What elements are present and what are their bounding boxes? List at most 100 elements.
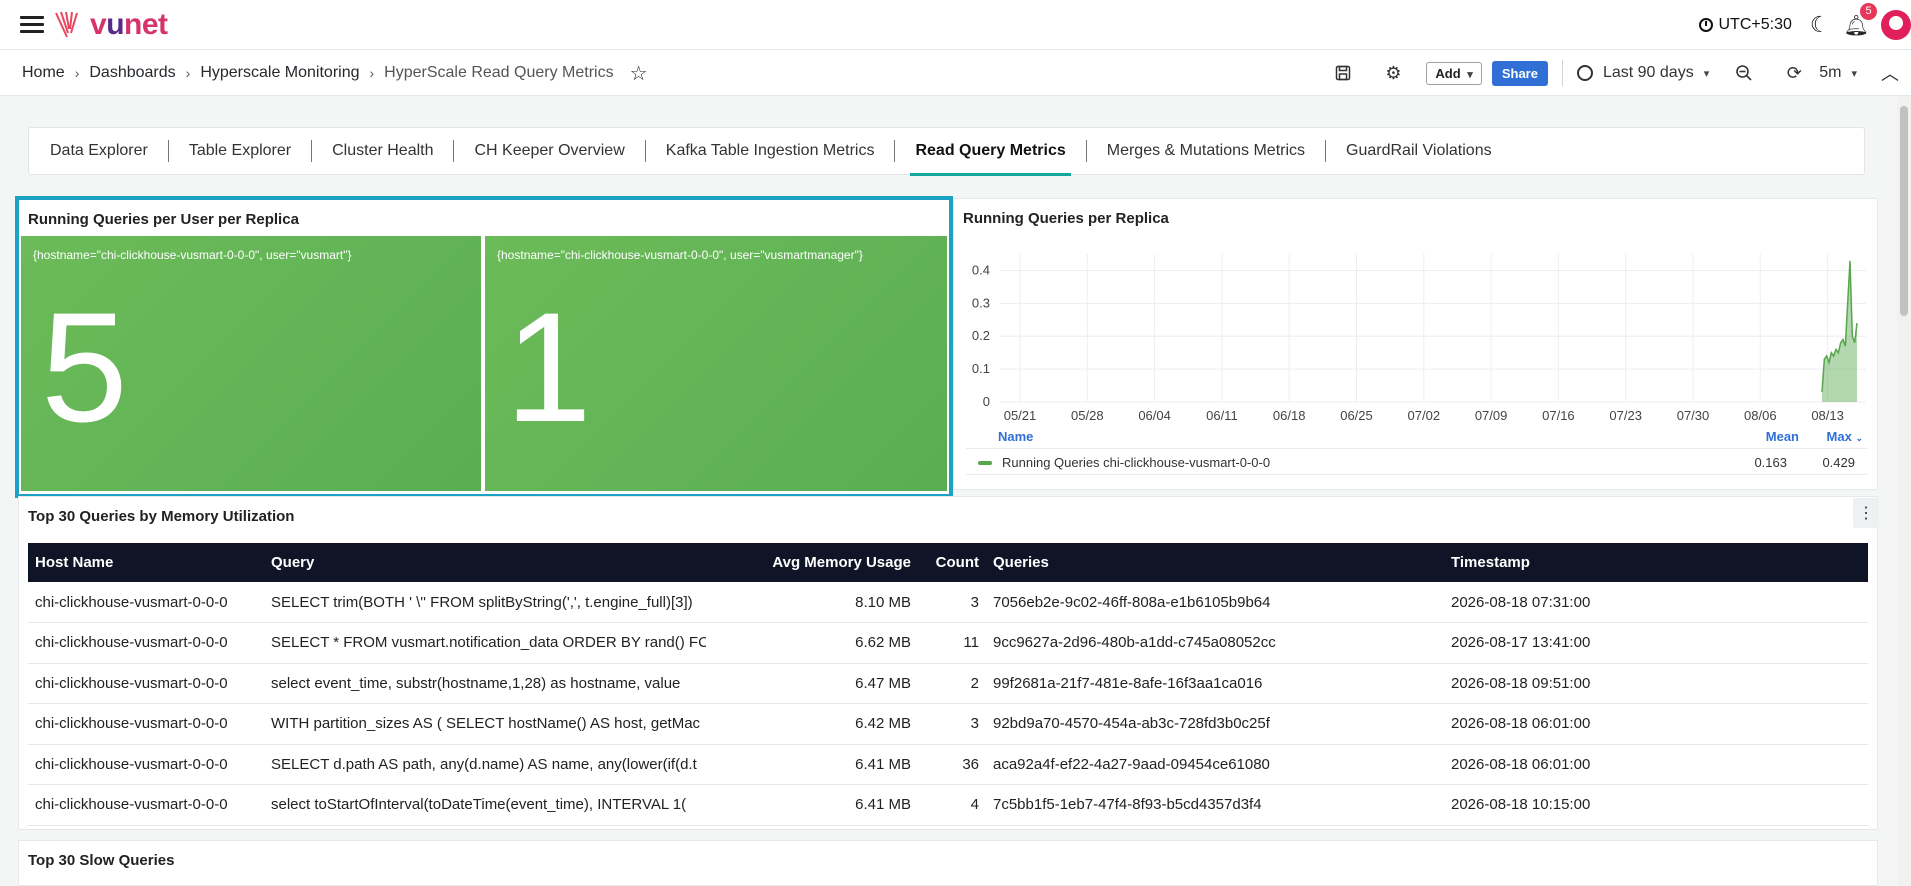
tab-read-query-metrics[interactable]: Read Query Metrics [910,127,1072,176]
cell-host-name: chi-clickhouse-vusmart-0-0-0 [28,622,264,664]
stat-label: {hostname="chi-clickhouse-vusmart-0-0-0"… [497,248,863,262]
tab-cluster-health[interactable]: Cluster Health [332,127,433,175]
cell-query: SELECT * FROM vusmart.notification_data … [264,622,706,664]
stat-tile[interactable]: {hostname="chi-clickhouse-vusmart-0-0-0"… [485,236,947,491]
legend-max-value: 0.429 [1822,455,1855,470]
divider [1561,60,1563,86]
legend-row[interactable]: Running Queries chi-clickhouse-vusmart-0… [966,451,1867,475]
cell-host-name: chi-clickhouse-vusmart-0-0-0 [28,582,264,623]
table-row[interactable]: chi-clickhouse-vusmart-0-0-0 WITH partiti… [28,703,1868,745]
stat-tile[interactable]: {hostname="chi-clickhouse-vusmart-0-0-0"… [21,236,481,491]
timezone-indicator[interactable]: UTC+5:30 [1698,16,1792,34]
x-tick-label: 08/13 [1811,408,1844,423]
x-tick-label: 07/23 [1609,408,1642,423]
clock-icon [1576,65,1593,81]
notifications-bell-icon[interactable]: 🔔︎ 5 [1844,2,1877,38]
x-tick-label: 07/02 [1408,408,1441,423]
breadcrumb-current: HyperScale Read Query Metrics [384,64,614,81]
cell-avg-memory: 8.10 MB [706,582,918,623]
panel-title: Top 30 Slow Queries [28,852,175,869]
legend-header: Name Mean Max ⌄ [966,427,1867,449]
tab-table-explorer[interactable]: Table Explorer [189,127,291,175]
table-row[interactable]: chi-clickhouse-vusmart-0-0-0 select toSta… [28,784,1868,826]
column-header-query[interactable]: Query [264,543,706,582]
cell-timestamp: 2026-08-17 13:41:00 [1444,622,1868,664]
time-range-picker[interactable]: Last 90 days ▾ [1576,64,1710,82]
legend-mean-value: 0.163 [1754,455,1787,470]
y-tick-label: 0 [983,394,990,409]
breadcrumb-dashboards[interactable]: Dashboards [89,64,175,82]
column-header-avg-memory[interactable]: Avg Memory Usage [706,543,918,582]
legend-series-name: Running Queries chi-clickhouse-vusmart-0… [1002,455,1271,470]
zoom-out-icon[interactable] [1733,62,1755,84]
menu-icon[interactable] [20,16,44,34]
tab-guardrail-violations[interactable]: GuardRail Violations [1346,127,1492,175]
y-tick-label: 0.4 [972,262,990,277]
tab-kafka-table-ingestion[interactable]: Kafka Table Ingestion Metrics [666,127,875,175]
breadcrumb: Home › Dashboards › Hyperscale Monitorin… [22,50,648,96]
cell-timestamp: 2026-08-18 07:31:00 [1444,582,1868,623]
time-range-label: Last 90 days [1602,64,1694,81]
table-row[interactable]: chi-clickhouse-vusmart-0-0-0 SELECT * FRO… [28,622,1868,664]
y-tick-label: 0.2 [972,328,990,343]
cell-query-id: 7c5bb1f5-1eb7-47f4-8f93-b5cd4357d3f4 [986,784,1444,826]
star-icon[interactable]: ☆ [630,61,648,86]
top-bar: vunet UTC+5:30 ☾ 🔔︎ 5 [0,0,1911,50]
stat-value: 5 [41,281,128,455]
tab-divider [311,140,313,162]
cell-count: 2 [918,663,986,704]
column-header-timestamp[interactable]: Timestamp [1444,543,1868,582]
cell-query: SELECT trim(BOTH ' \'' FROM splitByStrin… [264,582,706,623]
tab-divider [894,140,896,162]
breadcrumb-hyperscale-monitoring[interactable]: Hyperscale Monitoring [200,64,359,82]
table-row[interactable]: chi-clickhouse-vusmart-0-0-0 SELECT trim(… [28,582,1868,623]
dashboard-tabs: Data Explorer Table Explorer Cluster Hea… [28,127,1865,176]
column-header-host-name[interactable]: Host Name [28,543,264,582]
cell-host-name: chi-clickhouse-vusmart-0-0-0 [28,663,264,704]
time-series-chart[interactable]: 0 0.1 0.2 0.3 0.4 05/21 05/28 06/04 06/11 06/18 06… [954,199,1879,427]
settings-gear-icon[interactable]: ⚙ [1382,62,1404,84]
legend-max-header[interactable]: Max ⌄ [1827,429,1863,444]
table-row[interactable]: chi-clickhouse-vusmart-0-0-0 select event… [28,663,1868,704]
column-header-queries[interactable]: Queries [986,543,1444,582]
breadcrumb-bar: Home › Dashboards › Hyperscale Monitorin… [0,50,1911,96]
running-queries-user-panel[interactable]: Running Queries per User per Replica {ho… [15,196,953,498]
scrollbar-thumb[interactable] [1900,106,1908,316]
table-row[interactable]: chi-clickhouse-vusmart-0-0-0 SELECT d.pat… [28,744,1868,785]
vunet-logo-mark-icon [55,11,78,38]
panel-menu-kebab-icon[interactable]: ⋮ [1853,498,1879,528]
tab-merges-mutations[interactable]: Merges & Mutations Metrics [1107,127,1305,175]
cell-query: SELECT d.path AS path, any(d.name) AS na… [264,744,706,785]
cell-timestamp: 2026-08-18 06:01:00 [1444,703,1868,745]
legend-name-header[interactable]: Name [998,429,1033,444]
cell-count: 36 [918,744,986,785]
share-button[interactable]: Share [1491,60,1548,86]
cell-count: 11 [918,622,986,664]
chevron-down-icon: ▾ [1703,67,1710,80]
tab-data-explorer[interactable]: Data Explorer [50,127,148,175]
collapse-chevron-up-icon[interactable]: ︿ [1879,62,1901,84]
series-color-swatch [978,460,992,465]
chevron-right-icon: › [185,65,191,81]
cell-avg-memory: 6.47 MB [706,663,918,704]
refresh-icon[interactable]: ⟳ [1783,62,1805,84]
table-header-row: Host Name Query Avg Memory Usage Count Q… [28,543,1868,582]
add-button[interactable]: Add ▾ [1426,61,1482,85]
breadcrumb-home[interactable]: Home [22,64,65,82]
cell-host-name: chi-clickhouse-vusmart-0-0-0 [28,744,264,785]
user-avatar[interactable] [1881,10,1911,40]
running-queries-replica-panel[interactable]: Running Queries per Replica 0 0.1 0.2 0.3 0.… [953,198,1878,490]
refresh-interval-picker[interactable]: 5m ▾ [1819,64,1857,82]
x-tick-label: 06/25 [1340,408,1373,423]
dark-mode-icon[interactable]: ☾ [1810,12,1830,38]
x-tick-label: 06/11 [1206,408,1238,423]
x-tick-label: 05/28 [1071,408,1104,423]
tab-ch-keeper-overview[interactable]: CH Keeper Overview [474,127,624,175]
cell-query-id: 99f2681a-21f7-481e-8afe-16f3aa1ca016 [986,663,1444,704]
vunet-logo[interactable]: vunet [54,8,168,41]
column-header-count[interactable]: Count [918,543,986,582]
page-scrollbar[interactable] [1897,96,1911,886]
save-icon[interactable] [1332,62,1354,84]
x-tick-label: 08/06 [1744,408,1777,423]
legend-mean-header[interactable]: Mean [1766,429,1799,444]
